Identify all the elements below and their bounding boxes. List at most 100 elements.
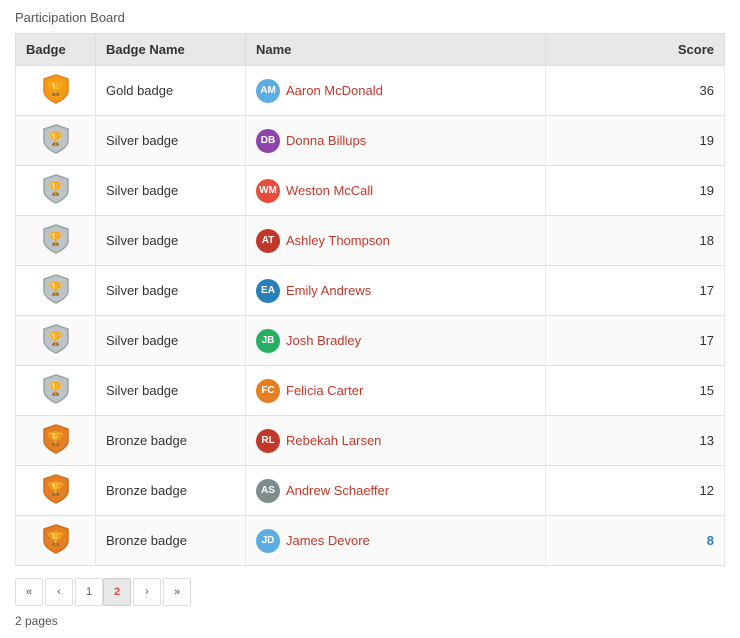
- score: 8: [546, 516, 725, 566]
- participant-name: Felicia Carter: [286, 383, 363, 398]
- svg-text:🏆: 🏆: [47, 231, 63, 246]
- page-2-button[interactable]: 2: [103, 578, 131, 606]
- col-name: Name: [246, 34, 546, 66]
- participant-name-cell: AS Andrew Schaeffer: [246, 466, 546, 516]
- svg-text:🏆: 🏆: [47, 531, 63, 546]
- badge-name: Silver badge: [96, 316, 246, 366]
- badge-icon: 🏆: [16, 166, 96, 216]
- table-row: 🏆 Silver badge DB Donna Billups 19: [16, 116, 725, 166]
- prev-page-button[interactable]: ‹: [45, 578, 73, 606]
- score: 17: [546, 316, 725, 366]
- participant-name: Josh Bradley: [286, 333, 361, 348]
- last-page-button[interactable]: »: [163, 578, 191, 606]
- participant-name: Rebekah Larsen: [286, 433, 381, 448]
- table-row: 🏆 Gold badge AM Aaron McDonald 36: [16, 66, 725, 116]
- participant-name-link[interactable]: WMWeston McCall: [256, 179, 535, 203]
- badge-name: Gold badge: [96, 66, 246, 116]
- participant-name-cell: WMWeston McCall: [246, 166, 546, 216]
- table-row: 🏆 Silver badge FC Felicia Carter 15: [16, 366, 725, 416]
- participant-name-cell: RL Rebekah Larsen: [246, 416, 546, 466]
- page-count: 2 pages: [15, 614, 725, 628]
- participant-name: Andrew Schaeffer: [286, 483, 389, 498]
- badge-name: Bronze badge: [96, 416, 246, 466]
- score: 36: [546, 66, 725, 116]
- badge-icon: 🏆: [16, 216, 96, 266]
- svg-text:🏆: 🏆: [47, 331, 63, 346]
- next-page-button[interactable]: ›: [133, 578, 161, 606]
- avatar: DB: [256, 129, 280, 153]
- participant-name-cell: EA Emily Andrews: [246, 266, 546, 316]
- avatar: AS: [256, 479, 280, 503]
- col-badge: Badge: [16, 34, 96, 66]
- participant-name-cell: DB Donna Billups: [246, 116, 546, 166]
- participant-name: Emily Andrews: [286, 283, 371, 298]
- badge-icon: 🏆: [16, 316, 96, 366]
- badge-name: Silver badge: [96, 266, 246, 316]
- badge-icon: 🏆: [16, 266, 96, 316]
- table-row: 🏆 Bronze badge JD James Devore 8: [16, 516, 725, 566]
- svg-text:🏆: 🏆: [47, 81, 63, 96]
- score: 17: [546, 266, 725, 316]
- participant-name-link[interactable]: JD James Devore: [256, 529, 535, 553]
- svg-text:🏆: 🏆: [47, 481, 63, 496]
- col-badge-name: Badge Name: [96, 34, 246, 66]
- participant-name-link[interactable]: JB Josh Bradley: [256, 329, 535, 353]
- participation-table: Badge Badge Name Name Score 🏆 Gold badge…: [15, 33, 725, 566]
- badge-icon: 🏆: [16, 66, 96, 116]
- participant-name-link[interactable]: EA Emily Andrews: [256, 279, 535, 303]
- avatar: EA: [256, 279, 280, 303]
- score: 18: [546, 216, 725, 266]
- svg-text:🏆: 🏆: [47, 381, 63, 396]
- participant-name-link[interactable]: AT Ashley Thompson: [256, 229, 535, 253]
- table-row: 🏆 Bronze badge AS Andrew Schaeffer 12: [16, 466, 725, 516]
- participant-name-link[interactable]: AS Andrew Schaeffer: [256, 479, 535, 503]
- svg-text:🏆: 🏆: [47, 281, 63, 296]
- badge-icon: 🏆: [16, 416, 96, 466]
- participant-name: Donna Billups: [286, 133, 366, 148]
- badge-name: Bronze badge: [96, 466, 246, 516]
- table-row: 🏆 Bronze badge RL Rebekah Larsen 13: [16, 416, 725, 466]
- badge-name: Silver badge: [96, 366, 246, 416]
- svg-text:🏆: 🏆: [47, 431, 63, 446]
- col-score: Score: [546, 34, 725, 66]
- participant-name-cell: JB Josh Bradley: [246, 316, 546, 366]
- participant-name-link[interactable]: FC Felicia Carter: [256, 379, 535, 403]
- avatar: FC: [256, 379, 280, 403]
- score: 19: [546, 166, 725, 216]
- badge-name: Silver badge: [96, 216, 246, 266]
- badge-icon: 🏆: [16, 466, 96, 516]
- page-title: Participation Board: [15, 10, 725, 25]
- participant-name: Aaron McDonald: [286, 83, 383, 98]
- participant-name-cell: AT Ashley Thompson: [246, 216, 546, 266]
- participant-name-cell: AM Aaron McDonald: [246, 66, 546, 116]
- first-page-button[interactable]: «: [15, 578, 43, 606]
- score: 15: [546, 366, 725, 416]
- participant-name-cell: JD James Devore: [246, 516, 546, 566]
- badge-name: Bronze badge: [96, 516, 246, 566]
- avatar: AT: [256, 229, 280, 253]
- table-row: 🏆 Silver badge JB Josh Bradley 17: [16, 316, 725, 366]
- badge-icon: 🏆: [16, 116, 96, 166]
- avatar: JD: [256, 529, 280, 553]
- badge-name: Silver badge: [96, 166, 246, 216]
- svg-text:🏆: 🏆: [47, 181, 63, 196]
- score: 12: [546, 466, 725, 516]
- participant-name-link[interactable]: RL Rebekah Larsen: [256, 429, 535, 453]
- badge-icon: 🏆: [16, 516, 96, 566]
- page-1-button[interactable]: 1: [75, 578, 103, 606]
- participant-name: James Devore: [286, 533, 370, 548]
- badge-name: Silver badge: [96, 116, 246, 166]
- participant-name-link[interactable]: DB Donna Billups: [256, 129, 535, 153]
- svg-text:🏆: 🏆: [47, 131, 63, 146]
- score: 19: [546, 116, 725, 166]
- pagination: « ‹ 12 › »: [15, 578, 725, 606]
- participant-name: Ashley Thompson: [286, 233, 390, 248]
- avatar: WM: [256, 179, 280, 203]
- avatar: JB: [256, 329, 280, 353]
- score: 13: [546, 416, 725, 466]
- participant-name-cell: FC Felicia Carter: [246, 366, 546, 416]
- participant-name-link[interactable]: AM Aaron McDonald: [256, 79, 535, 103]
- avatar: AM: [256, 79, 280, 103]
- table-row: 🏆 Silver badge EA Emily Andrews 17: [16, 266, 725, 316]
- avatar: RL: [256, 429, 280, 453]
